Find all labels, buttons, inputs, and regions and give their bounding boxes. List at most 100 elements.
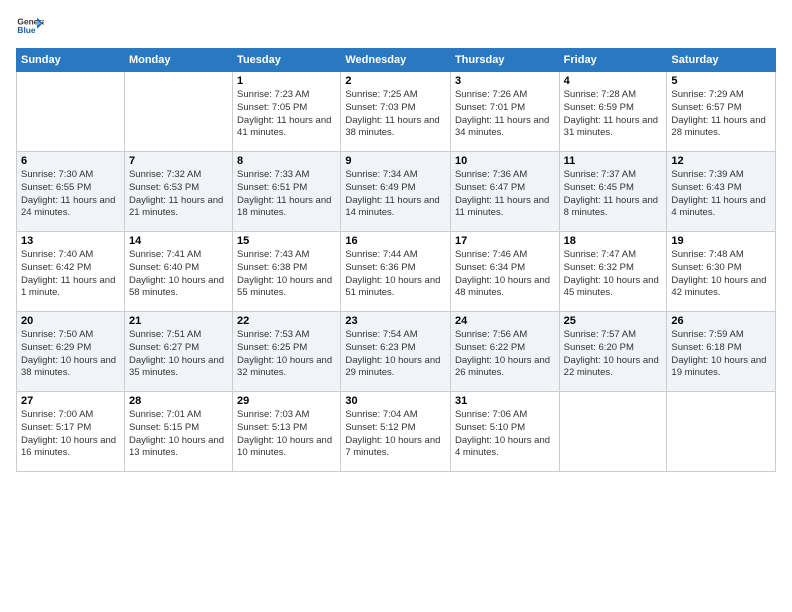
calendar-cell: 8Sunrise: 7:33 AM Sunset: 6:51 PM Daylig… xyxy=(233,152,341,232)
day-info: Sunrise: 7:44 AM Sunset: 6:36 PM Dayligh… xyxy=(345,249,446,300)
calendar-cell: 12 Sunrise: 7:39 AM Sunset: 6:43 PM Dayli… xyxy=(667,152,776,232)
calendar-cell: 21 Sunrise: 7:51 AM Sunset: 6:27 PM Dayli… xyxy=(124,312,232,392)
day-number: 7 xyxy=(129,155,228,167)
day-number: 20 xyxy=(21,315,120,327)
day-number: 18 xyxy=(564,235,663,247)
day-header-monday: Monday xyxy=(124,49,232,72)
calendar-cell: 5 Sunrise: 7:29 AM Sunset: 6:57 PM Daylig… xyxy=(667,72,776,152)
day-number: 5 xyxy=(671,75,771,87)
day-number: 31 xyxy=(455,395,555,407)
day-number: 16 xyxy=(345,235,446,247)
day-header-tuesday: Tuesday xyxy=(233,49,341,72)
calendar-cell: 9 Sunrise: 7:34 AM Sunset: 6:49 PM Daylig… xyxy=(341,152,451,232)
day-info: Sunrise: 7:59 AM Sunset: 6:18 PM Dayligh… xyxy=(671,329,771,380)
day-info: Sunrise: 7:03 AM Sunset: 5:13 PM Dayligh… xyxy=(237,409,336,460)
day-number: 21 xyxy=(129,315,228,327)
day-info: Sunrise: 7:36 AM Sunset: 6:47 PM Dayligh… xyxy=(455,169,555,220)
day-number: 23 xyxy=(345,315,446,327)
day-info: Sunrise: 7:46 AM Sunset: 6:34 PM Dayligh… xyxy=(455,249,555,300)
calendar-cell: 26 Sunrise: 7:59 AM Sunset: 6:18 PM Dayli… xyxy=(667,312,776,392)
day-number: 22 xyxy=(237,315,336,327)
calendar-cell: 17 Sunrise: 7:46 AM Sunset: 6:34 PM Dayli… xyxy=(450,232,559,312)
day-number: 24 xyxy=(455,315,555,327)
calendar-cell: 14Sunrise: 7:41 AM Sunset: 6:40 PM Dayli… xyxy=(124,232,232,312)
day-number: 17 xyxy=(455,235,555,247)
day-number: 30 xyxy=(345,395,446,407)
day-header-friday: Friday xyxy=(559,49,667,72)
calendar-cell xyxy=(559,392,667,472)
day-number: 15 xyxy=(237,235,336,247)
day-number: 10 xyxy=(455,155,555,167)
calendar-cell xyxy=(667,392,776,472)
calendar-cell: 28Sunrise: 7:01 AM Sunset: 5:15 PM Dayli… xyxy=(124,392,232,472)
logo-icon: General Blue xyxy=(16,12,44,40)
day-info: Sunrise: 7:30 AM Sunset: 6:55 PM Dayligh… xyxy=(21,169,120,220)
day-number: 8 xyxy=(237,155,336,167)
calendar-cell: 4Sunrise: 7:28 AM Sunset: 6:59 PM Daylig… xyxy=(559,72,667,152)
calendar-cell: 23 Sunrise: 7:54 AM Sunset: 6:23 PM Dayli… xyxy=(341,312,451,392)
day-info: Sunrise: 7:48 AM Sunset: 6:30 PM Dayligh… xyxy=(671,249,771,300)
day-number: 29 xyxy=(237,395,336,407)
day-header-thursday: Thursday xyxy=(450,49,559,72)
day-info: Sunrise: 7:37 AM Sunset: 6:45 PM Dayligh… xyxy=(564,169,663,220)
day-info: Sunrise: 7:50 AM Sunset: 6:29 PM Dayligh… xyxy=(21,329,120,380)
week-row-5: 27Sunrise: 7:00 AM Sunset: 5:17 PM Dayli… xyxy=(17,392,776,472)
calendar-cell: 31 Sunrise: 7:06 AM Sunset: 5:10 PM Dayli… xyxy=(450,392,559,472)
calendar-cell: 1 Sunrise: 7:23 AM Sunset: 7:05 PM Daylig… xyxy=(233,72,341,152)
calendar-cell xyxy=(17,72,125,152)
day-info: Sunrise: 7:56 AM Sunset: 6:22 PM Dayligh… xyxy=(455,329,555,380)
calendar-cell: 18 Sunrise: 7:47 AM Sunset: 6:32 PM Dayli… xyxy=(559,232,667,312)
week-row-3: 13 Sunrise: 7:40 AM Sunset: 6:42 PM Dayli… xyxy=(17,232,776,312)
day-number: 4 xyxy=(564,75,663,87)
day-number: 13 xyxy=(21,235,120,247)
day-header-sunday: Sunday xyxy=(17,49,125,72)
day-number: 6 xyxy=(21,155,120,167)
day-info: Sunrise: 7:29 AM Sunset: 6:57 PM Dayligh… xyxy=(671,89,771,140)
day-info: Sunrise: 7:47 AM Sunset: 6:32 PM Dayligh… xyxy=(564,249,663,300)
day-number: 1 xyxy=(237,75,336,87)
calendar-cell: 2Sunrise: 7:25 AM Sunset: 7:03 PM Daylig… xyxy=(341,72,451,152)
day-info: Sunrise: 7:39 AM Sunset: 6:43 PM Dayligh… xyxy=(671,169,771,220)
day-number: 14 xyxy=(129,235,228,247)
calendar-table: SundayMondayTuesdayWednesdayThursdayFrid… xyxy=(16,48,776,472)
day-number: 11 xyxy=(564,155,663,167)
page-container: General Blue SundayMondayTuesdayWednesda… xyxy=(0,0,792,480)
day-info: Sunrise: 7:54 AM Sunset: 6:23 PM Dayligh… xyxy=(345,329,446,380)
week-row-2: 6 Sunrise: 7:30 AM Sunset: 6:55 PM Daylig… xyxy=(17,152,776,232)
day-info: Sunrise: 7:06 AM Sunset: 5:10 PM Dayligh… xyxy=(455,409,555,460)
calendar-cell: 29 Sunrise: 7:03 AM Sunset: 5:13 PM Dayli… xyxy=(233,392,341,472)
day-number: 25 xyxy=(564,315,663,327)
calendar-cell: 11 Sunrise: 7:37 AM Sunset: 6:45 PM Dayli… xyxy=(559,152,667,232)
day-info: Sunrise: 7:57 AM Sunset: 6:20 PM Dayligh… xyxy=(564,329,663,380)
calendar-cell: 10 Sunrise: 7:36 AM Sunset: 6:47 PM Dayli… xyxy=(450,152,559,232)
day-info: Sunrise: 7:43 AM Sunset: 6:38 PM Dayligh… xyxy=(237,249,336,300)
calendar-cell: 19Sunrise: 7:48 AM Sunset: 6:30 PM Dayli… xyxy=(667,232,776,312)
day-info: Sunrise: 7:51 AM Sunset: 6:27 PM Dayligh… xyxy=(129,329,228,380)
calendar-cell: 15 Sunrise: 7:43 AM Sunset: 6:38 PM Dayli… xyxy=(233,232,341,312)
day-header-wednesday: Wednesday xyxy=(341,49,451,72)
calendar-cell: 13 Sunrise: 7:40 AM Sunset: 6:42 PM Dayli… xyxy=(17,232,125,312)
week-row-4: 20 Sunrise: 7:50 AM Sunset: 6:29 PM Dayli… xyxy=(17,312,776,392)
day-info: Sunrise: 7:34 AM Sunset: 6:49 PM Dayligh… xyxy=(345,169,446,220)
day-number: 3 xyxy=(455,75,555,87)
day-number: 12 xyxy=(671,155,771,167)
day-number: 26 xyxy=(671,315,771,327)
calendar-cell: 25 Sunrise: 7:57 AM Sunset: 6:20 PM Dayli… xyxy=(559,312,667,392)
day-number: 27 xyxy=(21,395,120,407)
calendar-cell: 20 Sunrise: 7:50 AM Sunset: 6:29 PM Dayli… xyxy=(17,312,125,392)
day-info: Sunrise: 7:53 AM Sunset: 6:25 PM Dayligh… xyxy=(237,329,336,380)
day-info: Sunrise: 7:25 AM Sunset: 7:03 PM Dayligh… xyxy=(345,89,446,140)
day-info: Sunrise: 7:04 AM Sunset: 5:12 PM Dayligh… xyxy=(345,409,446,460)
calendar-cell: 7 Sunrise: 7:32 AM Sunset: 6:53 PM Daylig… xyxy=(124,152,232,232)
calendar-cell: 3 Sunrise: 7:26 AM Sunset: 7:01 PM Daylig… xyxy=(450,72,559,152)
day-info: Sunrise: 7:32 AM Sunset: 6:53 PM Dayligh… xyxy=(129,169,228,220)
calendar-cell: 16 Sunrise: 7:44 AM Sunset: 6:36 PM Dayli… xyxy=(341,232,451,312)
day-number: 9 xyxy=(345,155,446,167)
day-info: Sunrise: 7:26 AM Sunset: 7:01 PM Dayligh… xyxy=(455,89,555,140)
day-header-saturday: Saturday xyxy=(667,49,776,72)
day-info: Sunrise: 7:23 AM Sunset: 7:05 PM Dayligh… xyxy=(237,89,336,140)
day-info: Sunrise: 7:01 AM Sunset: 5:15 PM Dayligh… xyxy=(129,409,228,460)
calendar-cell: 30 Sunrise: 7:04 AM Sunset: 5:12 PM Dayli… xyxy=(341,392,451,472)
calendar-cell: 6 Sunrise: 7:30 AM Sunset: 6:55 PM Daylig… xyxy=(17,152,125,232)
day-info: Sunrise: 7:40 AM Sunset: 6:42 PM Dayligh… xyxy=(21,249,120,300)
